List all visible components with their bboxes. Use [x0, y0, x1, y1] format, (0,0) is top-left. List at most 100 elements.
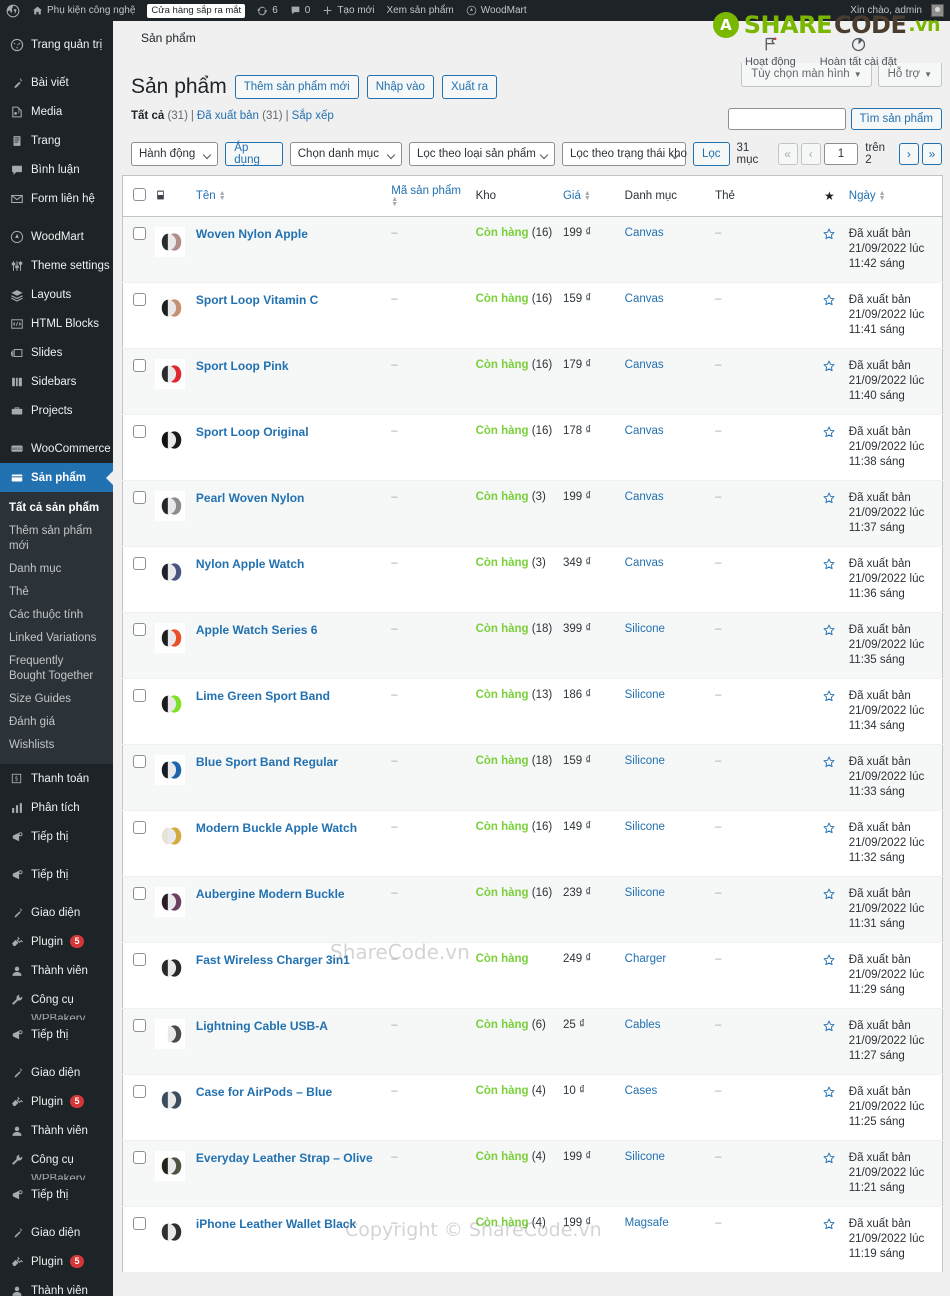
table-row[interactable]: Modern Buckle Apple Watch – Còn hàng (16) 1…: [122, 810, 943, 877]
product-name-link[interactable]: Nylon Apple Watch: [196, 557, 304, 571]
product-name-link[interactable]: Sport Loop Pink: [196, 359, 289, 373]
product-name-link[interactable]: iPhone Leather Wallet Black: [196, 1217, 356, 1231]
row-checkbox[interactable]: [133, 359, 146, 372]
star-outline-icon[interactable]: [822, 1217, 836, 1231]
submenu-item-wishlists[interactable]: Wishlists: [0, 734, 113, 757]
submenu-item-add-new[interactable]: Thêm sản phẩm mới: [0, 520, 113, 558]
product-category-link[interactable]: Silicone: [625, 689, 665, 701]
sidebar-item-tools-repeat-1[interactable]: Công cụ: [0, 985, 113, 1014]
category-filter-select[interactable]: Chọn danh mục: [289, 142, 402, 166]
submenu-item-tags[interactable]: Thẻ: [0, 581, 113, 604]
sidebar-item-marketing[interactable]: Tiếp thị: [0, 822, 113, 851]
product-name-link[interactable]: Lightning Cable USB-A: [196, 1019, 328, 1033]
product-name-link[interactable]: Pearl Woven Nylon: [196, 491, 304, 505]
site-name-menu[interactable]: Phụ kiện công nghệ: [26, 0, 141, 21]
product-category-link[interactable]: Charger: [625, 953, 667, 965]
row-checkbox[interactable]: [133, 953, 146, 966]
add-new-product-button[interactable]: Thêm sản phẩm mới: [234, 75, 359, 99]
product-category-link[interactable]: Silicone: [625, 1151, 665, 1163]
sidebar-item-partial-2[interactable]: WPBakery Page Builder: [0, 1174, 113, 1180]
sidebar-item-analytics[interactable]: Phân tích: [0, 793, 113, 822]
sidebar-item-woodmart[interactable]: WoodMart: [0, 222, 113, 251]
star-outline-icon[interactable]: [822, 1151, 836, 1165]
star-outline-icon[interactable]: [822, 359, 836, 373]
apply-button[interactable]: Áp dụng: [225, 142, 283, 166]
star-outline-icon[interactable]: [822, 293, 836, 307]
sidebar-item-posts[interactable]: Bài viết: [0, 68, 113, 97]
star-outline-icon[interactable]: [822, 755, 836, 769]
next-page-button[interactable]: ›: [898, 143, 919, 165]
sidebar-item-marketing-repeat-2[interactable]: Tiếp thị: [0, 1020, 113, 1049]
product-category-link[interactable]: Cables: [625, 1019, 661, 1031]
sidebar-item-marketing-repeat-1[interactable]: Tiếp thị: [0, 860, 113, 889]
product-name-link[interactable]: Woven Nylon Apple: [196, 227, 308, 241]
view-published[interactable]: Đã xuất bản: [197, 110, 259, 122]
submenu-item-frequently-bought-together[interactable]: Frequently Bought Together: [0, 650, 95, 688]
table-row[interactable]: Sport Loop Vitamin C – Còn hàng (16) 159 ₫ C…: [122, 282, 943, 349]
row-checkbox[interactable]: [133, 1217, 146, 1230]
product-category-link[interactable]: Canvas: [625, 227, 664, 239]
star-outline-icon[interactable]: [822, 1019, 836, 1033]
sidebar-item-plugins[interactable]: Plugin 5: [0, 1247, 113, 1276]
product-name-link[interactable]: Apple Watch Series 6: [196, 623, 318, 637]
stock-status-filter-select[interactable]: Lọc theo trạng thái kho: [561, 142, 687, 166]
product-name-link[interactable]: Modern Buckle Apple Watch: [196, 821, 357, 835]
submenu-item-size-guides[interactable]: Size Guides: [0, 688, 113, 711]
table-row[interactable]: Fast Wireless Charger 3in1 – Còn hàng 249 ₫…: [122, 942, 943, 1009]
table-row[interactable]: Apple Watch Series 6– Còn hàng (18) 399 ₫ S…: [122, 612, 943, 679]
product-category-link[interactable]: Silicone: [625, 623, 665, 635]
product-category-link[interactable]: Canvas: [625, 425, 664, 437]
sidebar-item-users[interactable]: Thành viên: [0, 1276, 113, 1296]
star-outline-icon[interactable]: [822, 821, 836, 835]
view-products-link[interactable]: Xem sản phẩm: [380, 0, 459, 21]
sidebar-item-plugins-repeat-2[interactable]: Plugin 5: [0, 1087, 113, 1116]
filter-button[interactable]: Lọc: [692, 142, 730, 166]
product-name-link[interactable]: Lime Green Sport Band: [196, 689, 330, 703]
activity-button[interactable]: Hoạt động: [745, 36, 796, 68]
table-row[interactable]: Sport Loop Original – Còn hàng (16) 178 ₫ Ca…: [122, 414, 943, 481]
sort-by-sku[interactable]: Mã sản phẩm ▲ ▼: [391, 185, 461, 208]
product-category-link[interactable]: Silicone: [625, 755, 665, 767]
row-checkbox[interactable]: [133, 425, 146, 438]
product-name-link[interactable]: Sport Loop Original: [196, 425, 309, 439]
table-row[interactable]: Case for AirPods – Blue – Còn hàng (4) 10 ₫…: [122, 1074, 943, 1141]
table-row[interactable]: Sport Loop Pink – Còn hàng (16) 179 ₫ Canvas…: [122, 348, 943, 415]
row-checkbox[interactable]: [133, 557, 146, 570]
row-checkbox[interactable]: [133, 755, 146, 768]
row-checkbox[interactable]: [133, 491, 146, 504]
star-outline-icon[interactable]: [822, 887, 836, 901]
select-all-checkbox[interactable]: [133, 188, 146, 201]
sidebar-item-appearance[interactable]: Giao diện: [0, 1218, 113, 1247]
submenu-item-attributes[interactable]: Các thuộc tính: [0, 604, 113, 627]
row-checkbox[interactable]: [133, 1019, 146, 1032]
comments-menu[interactable]: 0: [284, 0, 317, 21]
sidebar-item-payments[interactable]: $ Thanh toán: [0, 764, 113, 793]
export-button[interactable]: Xuất ra: [441, 75, 498, 99]
row-checkbox[interactable]: [133, 689, 146, 702]
current-page-input[interactable]: 1: [823, 143, 859, 165]
sidebar-item-media[interactable]: Media: [0, 97, 113, 126]
product-type-filter-select[interactable]: Lọc theo loại sản phẩm: [408, 142, 555, 166]
product-category-link[interactable]: Canvas: [625, 359, 664, 371]
row-checkbox[interactable]: [133, 1151, 146, 1164]
star-outline-icon[interactable]: [822, 953, 836, 967]
star-outline-icon[interactable]: [822, 227, 836, 241]
table-row[interactable]: Lightning Cable USB-A – Còn hàng (6) 25 ₫ Ca…: [122, 1008, 943, 1075]
product-category-link[interactable]: Magsafe: [625, 1217, 669, 1229]
product-category-link[interactable]: Cases: [625, 1085, 658, 1097]
sidebar-item-theme-settings[interactable]: Theme settings: [0, 251, 113, 280]
product-name-link[interactable]: Fast Wireless Charger 3in1: [196, 953, 350, 967]
product-category-link[interactable]: Canvas: [625, 557, 664, 569]
last-page-button[interactable]: »: [921, 143, 943, 165]
star-outline-icon[interactable]: [822, 557, 836, 571]
sidebar-item-appearance-repeat-1[interactable]: Giao diện: [0, 898, 113, 927]
product-name-link[interactable]: Aubergine Modern Buckle: [196, 887, 345, 901]
sidebar-item-slides[interactable]: Slides: [0, 338, 113, 367]
sidebar-item-layouts[interactable]: Layouts: [0, 280, 113, 309]
star-outline-icon[interactable]: [822, 1085, 836, 1099]
sidebar-item-dashboard[interactable]: Trang quản trị: [0, 30, 113, 59]
coming-soon-badge-wrap[interactable]: Cửa hàng sắp ra mắt: [141, 0, 251, 21]
sidebar-item-woocommerce[interactable]: WOO WooCommerce: [0, 434, 113, 463]
product-name-link[interactable]: Sport Loop Vitamin C: [196, 293, 318, 307]
sidebar-item-sidebars[interactable]: Sidebars: [0, 367, 113, 396]
